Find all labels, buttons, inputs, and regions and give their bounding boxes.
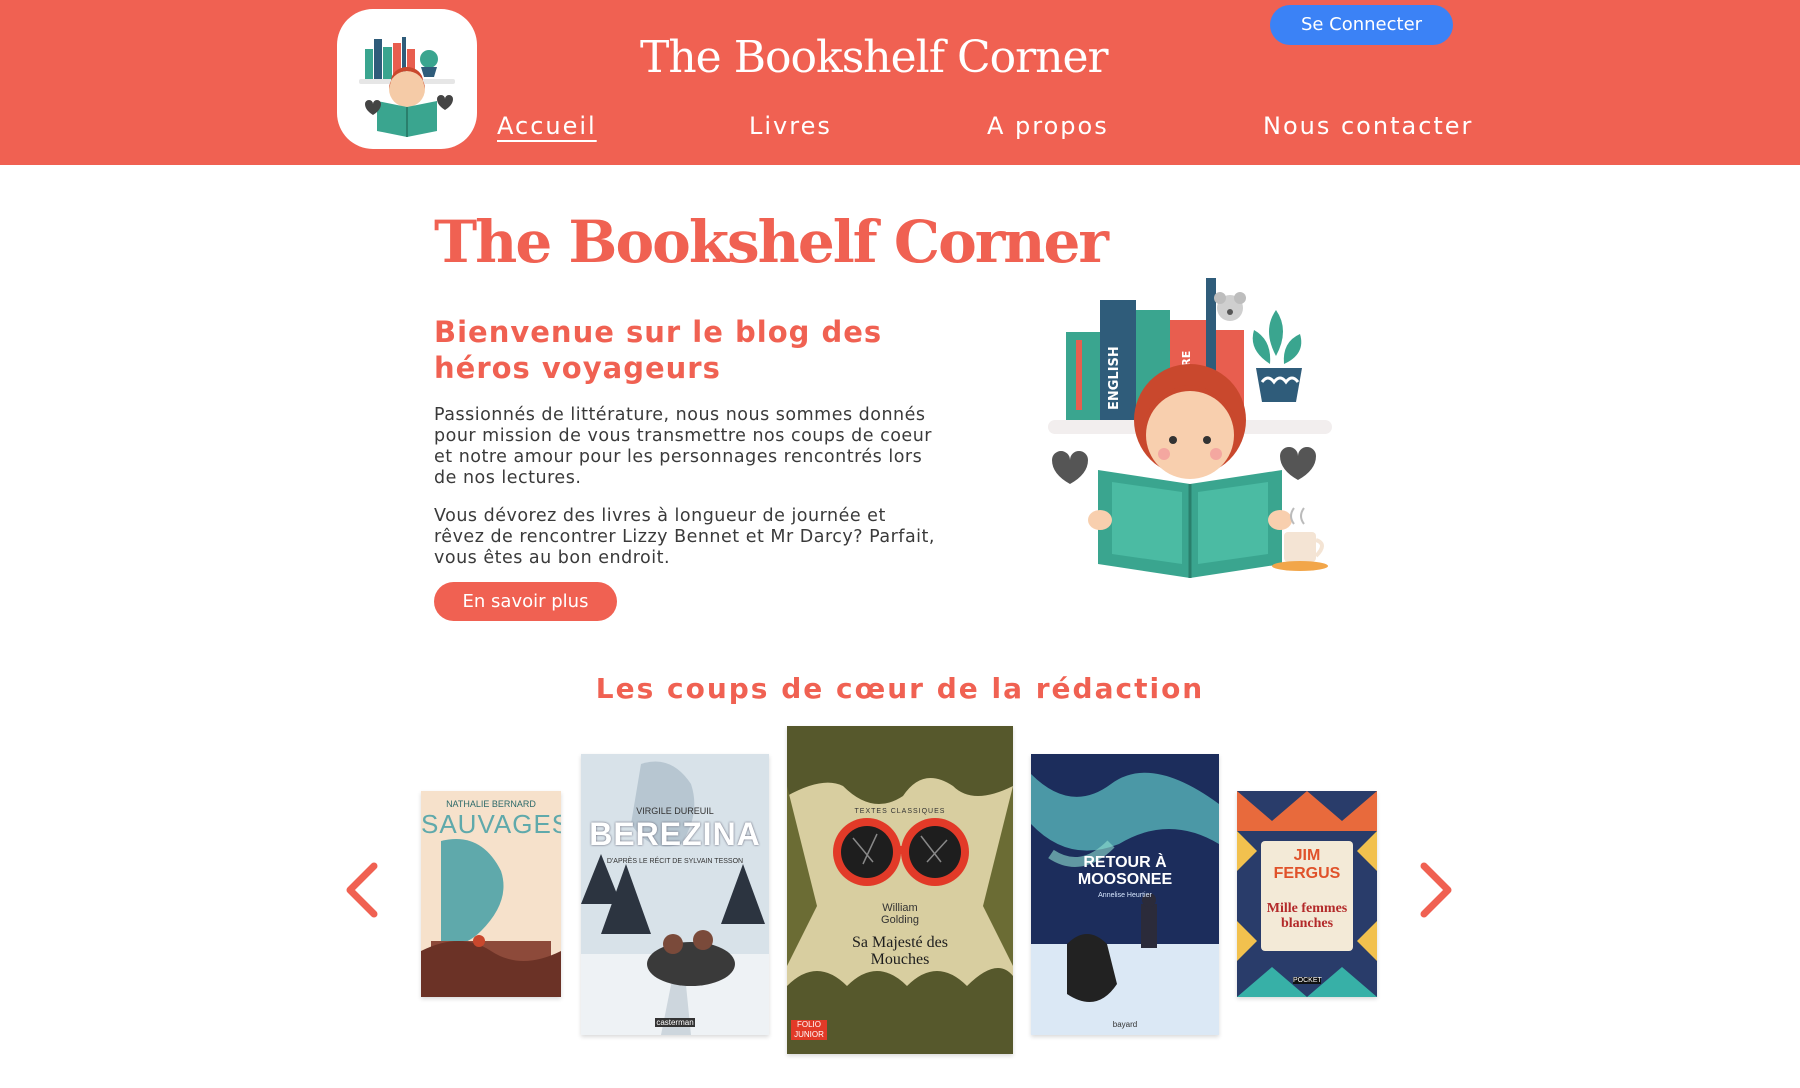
- nav-item-livres[interactable]: Livres: [749, 112, 832, 140]
- book-cover-retour-a-moosonee[interactable]: RETOUR À MOOSONEE Annelise Heurtier baya…: [1031, 754, 1219, 1035]
- hero-paragraph-1: Passionnés de littérature, nous nous som…: [434, 405, 932, 488]
- book-publisher: FOLIO JUNIOR: [791, 1020, 827, 1040]
- carousel-next-button[interactable]: [1416, 862, 1456, 918]
- book-cover-sauvages[interactable]: NATHALIE BERNARD SAUVAGES: [421, 791, 561, 997]
- site-logo[interactable]: [337, 9, 477, 149]
- book-art: [581, 754, 769, 1035]
- main-nav: Accueil Livres A propos Nous contacter: [497, 112, 1471, 146]
- logo-illustration: [359, 37, 455, 137]
- book-subtitle: D'APRÈS LE RÉCIT DE SYLVAIN TESSON: [606, 858, 744, 865]
- hero-title: The Bookshelf Corner: [434, 208, 1109, 276]
- nav-item-nous-contacter[interactable]: Nous contacter: [1263, 112, 1473, 140]
- header-site-title[interactable]: The Bookshelf Corner: [640, 32, 1109, 83]
- book-title: BEREZINA: [589, 816, 761, 852]
- site-header: The Bookshelf Corner Se Connecter Accuei…: [0, 0, 1800, 165]
- book-author: VIRGILE DUREUIL: [636, 806, 714, 816]
- carousel-prev-button[interactable]: [342, 862, 382, 918]
- hero-paragraph-2: Vous dévorez des livres à longueur de jo…: [434, 506, 935, 568]
- favorites-title: Les coups de cœur de la rédaction: [595, 672, 1205, 705]
- book-author: JIM FERGUS: [1273, 847, 1341, 882]
- learn-more-button[interactable]: En savoir plus: [434, 582, 617, 621]
- chevron-left-icon: [346, 862, 378, 918]
- book-title: RETOUR À MOOSONEE: [1077, 854, 1173, 888]
- book-series: TEXTES CLASSIQUES: [854, 808, 946, 815]
- book-cover-sa-majeste-des-mouches[interactable]: TEXTES CLASSIQUES William Golding Sa Maj…: [787, 726, 1013, 1054]
- login-button[interactable]: Se Connecter: [1270, 5, 1453, 45]
- book-publisher: POCKET: [1293, 977, 1322, 984]
- book-title: Mille femmes blanches: [1266, 901, 1348, 931]
- book-art: [421, 839, 561, 997]
- book-cover-berezina[interactable]: VIRGILE DUREUIL BEREZINA D'APRÈS LE RÉCI…: [581, 754, 769, 1035]
- book-author: William Golding: [881, 902, 919, 926]
- hero-subtitle: Bienvenue sur le blog des héros voyageur…: [434, 315, 883, 385]
- book-publisher: casterman: [655, 1018, 695, 1027]
- nav-item-a-propos[interactable]: A propos: [987, 112, 1109, 140]
- reading-girl-illustration: ENGLISH NATURE: [1040, 270, 1340, 580]
- book-title: Sa Majesté des Mouches: [852, 934, 948, 968]
- book-spine-english: ENGLISH: [1107, 346, 1122, 410]
- nav-item-accueil[interactable]: Accueil: [497, 112, 597, 140]
- book-art: [1237, 791, 1377, 997]
- book-publisher: bayard: [1112, 1020, 1138, 1029]
- book-art: [787, 726, 1013, 1054]
- book-cover-mille-femmes-blanches[interactable]: JIM FERGUS Mille femmes blanches POCKET: [1237, 791, 1377, 997]
- book-author: Annelise Heurtier: [1098, 892, 1152, 899]
- chevron-right-icon: [1420, 862, 1452, 918]
